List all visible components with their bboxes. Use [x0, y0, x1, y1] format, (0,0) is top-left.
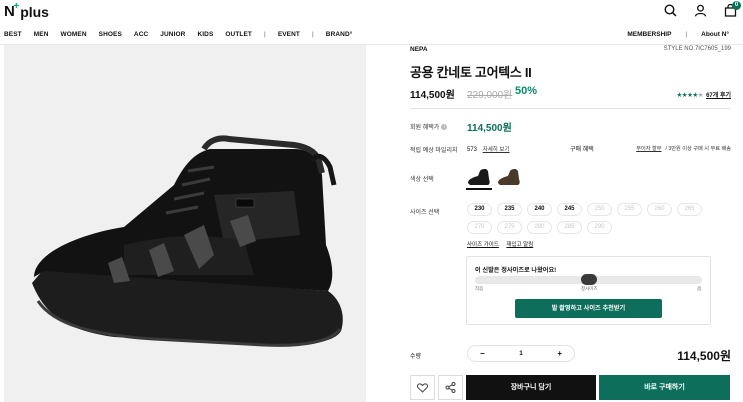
rating-stars: ★★★★★	[676, 91, 704, 99]
benefit-label: 구매 혜택	[570, 147, 594, 153]
size-guide-link[interactable]: 사이즈 가이드	[467, 242, 499, 248]
fit-label-large: 큼	[697, 286, 702, 291]
style-number: STYLE NO.7IC7605_199	[663, 46, 731, 52]
search-icon[interactable]	[664, 4, 677, 17]
qty-plus-button[interactable]: +	[557, 349, 562, 358]
nav-item-kids[interactable]: KIDS	[197, 31, 213, 38]
reviews-link[interactable]: 67개 후기	[706, 90, 731, 99]
main-nav: BEST MEN WOMEN SHOES ACC JUNIOR KIDS OUT…	[4, 31, 364, 38]
total-price: 114,500원	[677, 349, 731, 363]
fit-label-small: 작음	[475, 286, 484, 291]
size-230[interactable]: 230	[467, 203, 492, 216]
nav-item-shoes[interactable]: SHOES	[99, 31, 122, 38]
wishlist-button[interactable]	[410, 375, 435, 400]
share-icon	[445, 382, 456, 393]
nav-item-membership[interactable]: MEMBERSHIP	[627, 31, 671, 38]
color-label: 색상 선택	[410, 177, 434, 183]
nav-separator: |	[311, 31, 314, 38]
mileage-info: 573 자세히 보기	[467, 145, 510, 153]
color-swatch-black[interactable]	[466, 165, 492, 190]
size-265[interactable]: 265	[677, 203, 702, 216]
nav-item-brand[interactable]: BRAND°	[326, 31, 353, 38]
fit-question: 이 신발은 정사이즈로 나왔어요!	[475, 267, 557, 274]
header-icons: 0	[664, 1, 741, 17]
member-price-label-text: 회원 혜택가	[410, 125, 440, 131]
cart-count-badge: 0	[732, 1, 741, 10]
nav-item-women[interactable]: WOMEN	[61, 31, 87, 38]
logo-word: plus	[20, 4, 49, 20]
swatch-boot-black	[468, 169, 490, 185]
size-275[interactable]: 275	[497, 221, 522, 234]
benefit-info: 무이자 할부 / 3만원 이상 구매 시 무료 배송	[636, 145, 731, 152]
shipping-text: / 3만원 이상 구매 시 무료 배송	[665, 146, 731, 152]
utility-nav: MEMBERSHIP | About N°	[613, 31, 729, 38]
size-245[interactable]: 245	[557, 203, 582, 216]
section-divider	[410, 108, 731, 109]
size-recommend-button[interactable]: 발 촬영하고 사이즈 추천받기	[515, 299, 662, 318]
logo-plus: +	[13, 1, 20, 12]
nav-item-about[interactable]: About N°	[701, 31, 729, 38]
nav-item-men[interactable]: MEN	[34, 31, 49, 38]
original-price: 229,000원	[467, 90, 513, 101]
product-brand[interactable]: NEPA	[410, 46, 428, 53]
fit-label-true: 정사이즈	[581, 286, 598, 291]
share-button[interactable]	[438, 375, 463, 400]
size-270[interactable]: 270	[467, 221, 492, 234]
user-icon[interactable]	[694, 4, 707, 17]
product-image[interactable]	[4, 45, 366, 402]
quantity-label: 수량	[410, 354, 422, 360]
size-links: 사이즈 가이드 재입고 알림	[467, 240, 539, 248]
sale-price: 114,500원	[410, 90, 455, 101]
rating-summary: ★★★★★ 67개 후기	[676, 90, 731, 100]
site-logo[interactable]: N + plus	[4, 1, 49, 20]
restock-alert-link[interactable]: 재입고 알림	[506, 242, 533, 248]
nav-item-outlet[interactable]: OUTLET	[225, 31, 252, 38]
size-290[interactable]: 290	[587, 221, 612, 234]
qty-value[interactable]: 1	[519, 350, 523, 357]
size-label: 사이즈 선택	[410, 210, 440, 216]
member-price-label: 회원 혜택가 i	[410, 122, 448, 131]
size-240[interactable]: 240	[527, 203, 552, 216]
info-icon[interactable]: i	[441, 124, 448, 131]
size-250[interactable]: 250	[587, 203, 612, 216]
nav-separator: |	[264, 31, 266, 38]
installment-link[interactable]: 무이자 할부	[636, 146, 661, 152]
nav-item-acc[interactable]: ACC	[134, 31, 148, 38]
swatch-boot-brown	[498, 169, 520, 185]
color-swatch-brown[interactable]	[496, 165, 522, 190]
size-280[interactable]: 280	[527, 221, 552, 234]
fit-slider-knob	[580, 274, 597, 285]
member-price: 114,500원	[467, 123, 512, 134]
product-title: 공용 칸네토 고어텍스 II	[410, 65, 532, 80]
cart-icon[interactable]: 0	[724, 1, 741, 17]
size-260[interactable]: 260	[647, 203, 672, 216]
size-285[interactable]: 285	[557, 221, 582, 234]
mileage-label: 적립 예상 마일리지	[410, 148, 458, 154]
size-235[interactable]: 235	[497, 203, 522, 216]
nav-item-best[interactable]: BEST	[4, 31, 22, 38]
qty-minus-button[interactable]: −	[480, 349, 485, 358]
nav-item-junior[interactable]: JUNIOR	[160, 31, 185, 38]
heart-icon	[417, 382, 428, 393]
buy-now-button[interactable]: 바로 구매하기	[599, 375, 730, 400]
nav-separator: |	[685, 31, 688, 38]
boot-illustration	[32, 135, 343, 347]
nav-item-event[interactable]: EVENT	[278, 31, 300, 38]
quantity-stepper: − 1 +	[467, 345, 575, 362]
discount-rate: 50%	[515, 85, 538, 97]
mileage-detail-link[interactable]: 자세히 보기	[483, 147, 510, 153]
size-fit-panel: 이 신발은 정사이즈로 나왔어요! 작음 정사이즈 큼 발 촬영하고 사이즈 추…	[466, 256, 711, 325]
size-255[interactable]: 255	[617, 203, 642, 216]
mileage-value: 573	[467, 147, 478, 153]
add-to-cart-button[interactable]: 장바구니 담기	[466, 375, 596, 400]
